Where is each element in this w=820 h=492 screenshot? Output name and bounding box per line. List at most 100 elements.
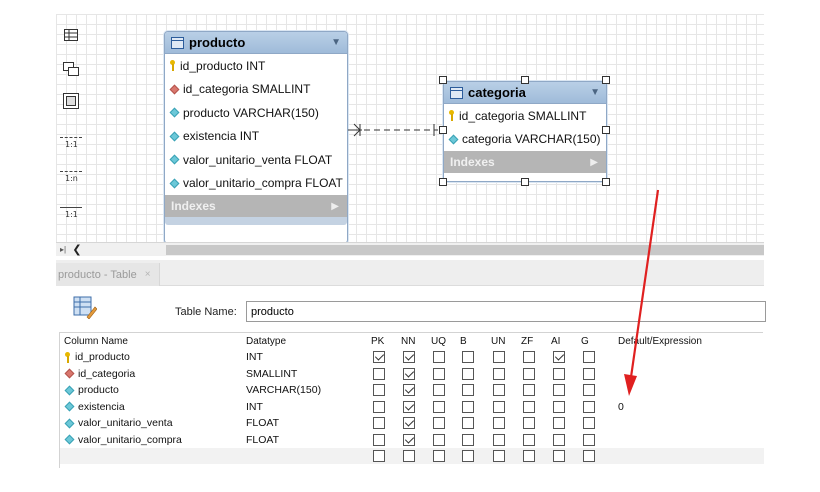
uq-checkbox[interactable] — [433, 417, 445, 429]
entity-field[interactable]: producto VARCHAR(150) — [165, 101, 347, 125]
b-checkbox[interactable] — [462, 433, 474, 446]
selection-handle[interactable] — [521, 178, 529, 186]
entity-field[interactable]: existencia INT — [165, 125, 347, 149]
table-row[interactable]: valor_unitario_venta FLOAT — [60, 415, 764, 431]
ai-checkbox[interactable] — [553, 450, 565, 462]
un-checkbox[interactable] — [493, 433, 505, 446]
er-diagram-canvas[interactable]: producto ▼ id_producto INT id_categoria S… — [56, 14, 764, 244]
zoom-icon[interactable]: ▸| — [56, 243, 70, 256]
un-checkbox[interactable] — [493, 417, 505, 429]
expand-arrow-icon[interactable]: ▶ — [590, 157, 598, 168]
uq-checkbox[interactable] — [433, 400, 445, 413]
expand-arrow-icon[interactable]: ▶ — [331, 201, 339, 212]
un-checkbox[interactable] — [493, 450, 505, 462]
datatype-cell[interactable]: VARCHAR(150) — [246, 384, 321, 396]
un-checkbox[interactable] — [493, 351, 505, 363]
g-checkbox[interactable] — [583, 367, 595, 380]
pk-checkbox[interactable] — [373, 450, 385, 462]
nn-checkbox[interactable] — [403, 433, 415, 446]
entity-field[interactable]: id_categoria SMALLINT — [444, 104, 606, 128]
relationship-1-n-tool[interactable]: 1:n — [60, 162, 82, 183]
g-checkbox[interactable] — [583, 417, 595, 429]
column-header[interactable]: ZF — [521, 336, 533, 347]
pk-checkbox[interactable] — [373, 433, 385, 446]
entity-field[interactable]: valor_unitario_venta FLOAT — [165, 148, 347, 172]
uq-checkbox[interactable] — [433, 351, 445, 363]
column-header[interactable]: AI — [551, 336, 560, 347]
column-header[interactable]: Column Name — [64, 336, 128, 347]
columns-grid[interactable]: Column Name Datatype PK NN UQ B UN ZF AI G Default… — [59, 332, 764, 468]
g-checkbox[interactable] — [583, 400, 595, 413]
scroll-left-icon[interactable]: ❮ — [70, 243, 84, 256]
nn-checkbox[interactable] — [403, 417, 415, 429]
g-checkbox[interactable] — [583, 450, 595, 462]
new-view-tool-icon[interactable] — [60, 58, 82, 80]
entity-categoria-header[interactable]: categoria ▼ — [444, 82, 606, 104]
column-header[interactable]: PK — [371, 336, 384, 347]
ai-checkbox[interactable] — [553, 351, 565, 363]
uq-checkbox[interactable] — [433, 384, 445, 396]
table-row[interactable]: id_producto INT — [60, 349, 764, 365]
table-name-input[interactable] — [246, 301, 766, 322]
pk-checkbox[interactable] — [373, 367, 385, 380]
datatype-cell[interactable]: FLOAT — [246, 417, 279, 429]
datatype-cell[interactable]: INT — [246, 351, 263, 363]
ai-checkbox[interactable] — [553, 384, 565, 396]
column-header[interactable]: Datatype — [246, 336, 286, 347]
column-name-cell[interactable]: id_producto — [64, 351, 130, 363]
table-row[interactable]: existencia INT 0 — [60, 399, 764, 415]
column-name-cell[interactable]: existencia — [64, 401, 125, 413]
column-header[interactable]: UQ — [431, 336, 446, 347]
entity-producto-indexes[interactable]: Indexes ▶ — [165, 195, 347, 217]
nn-checkbox[interactable] — [403, 384, 415, 396]
datatype-cell[interactable]: FLOAT — [246, 434, 279, 446]
nn-checkbox[interactable] — [403, 450, 415, 462]
g-checkbox[interactable] — [583, 384, 595, 396]
ai-checkbox[interactable] — [553, 367, 565, 380]
column-name-cell[interactable]: valor_unitario_venta — [64, 417, 173, 429]
column-header[interactable]: B — [460, 336, 467, 347]
zf-checkbox[interactable] — [523, 433, 535, 446]
table-row[interactable]: id_categoria SMALLINT — [60, 366, 764, 382]
nn-checkbox[interactable] — [403, 351, 415, 363]
column-header[interactable]: Default/Expression — [618, 336, 702, 347]
column-name-cell[interactable]: id_categoria — [64, 368, 135, 380]
entity-field[interactable]: id_producto INT — [165, 54, 347, 78]
collapse-arrow-icon[interactable]: ▼ — [590, 87, 600, 98]
table-row[interactable]: producto VARCHAR(150) — [60, 382, 764, 398]
selection-handle[interactable] — [602, 76, 610, 84]
uq-checkbox[interactable] — [433, 450, 445, 462]
entity-producto-header[interactable]: producto ▼ — [165, 32, 347, 54]
ai-checkbox[interactable] — [553, 400, 565, 413]
un-checkbox[interactable] — [493, 384, 505, 396]
selection-handle[interactable] — [602, 126, 610, 134]
b-checkbox[interactable] — [462, 450, 474, 462]
nn-checkbox[interactable] — [403, 367, 415, 380]
b-checkbox[interactable] — [462, 384, 474, 396]
tab-producto-table[interactable]: producto - Table × — [56, 263, 160, 286]
zf-checkbox[interactable] — [523, 351, 535, 363]
pk-checkbox[interactable] — [373, 400, 385, 413]
entity-field[interactable]: id_categoria SMALLINT — [165, 78, 347, 102]
column-header[interactable]: UN — [491, 336, 505, 347]
entity-categoria-indexes[interactable]: Indexes ▶ — [444, 151, 606, 173]
entity-categoria[interactable]: categoria ▼ id_categoria SMALLINT categor… — [443, 81, 607, 182]
column-name-cell[interactable]: producto — [64, 384, 119, 396]
new-table-tool-icon[interactable] — [60, 24, 82, 46]
new-routine-group-tool-icon[interactable] — [60, 90, 82, 112]
entity-producto[interactable]: producto ▼ id_producto INT id_categoria S… — [164, 31, 348, 244]
selection-handle[interactable] — [439, 76, 447, 84]
b-checkbox[interactable] — [462, 351, 474, 363]
zf-checkbox[interactable] — [523, 450, 535, 462]
b-checkbox[interactable] — [462, 417, 474, 429]
collapse-arrow-icon[interactable]: ▼ — [331, 37, 341, 48]
relationship-1-1-identifying-tool[interactable]: 1:1 — [60, 198, 82, 219]
table-row[interactable]: valor_unitario_compra FLOAT — [60, 432, 764, 448]
selection-handle[interactable] — [521, 76, 529, 84]
pk-checkbox[interactable] — [373, 351, 385, 363]
ai-checkbox[interactable] — [553, 433, 565, 446]
scrollbar-thumb[interactable] — [166, 245, 764, 255]
zf-checkbox[interactable] — [523, 367, 535, 380]
entity-field[interactable]: valor_unitario_compra FLOAT — [165, 172, 347, 196]
selection-handle[interactable] — [439, 178, 447, 186]
